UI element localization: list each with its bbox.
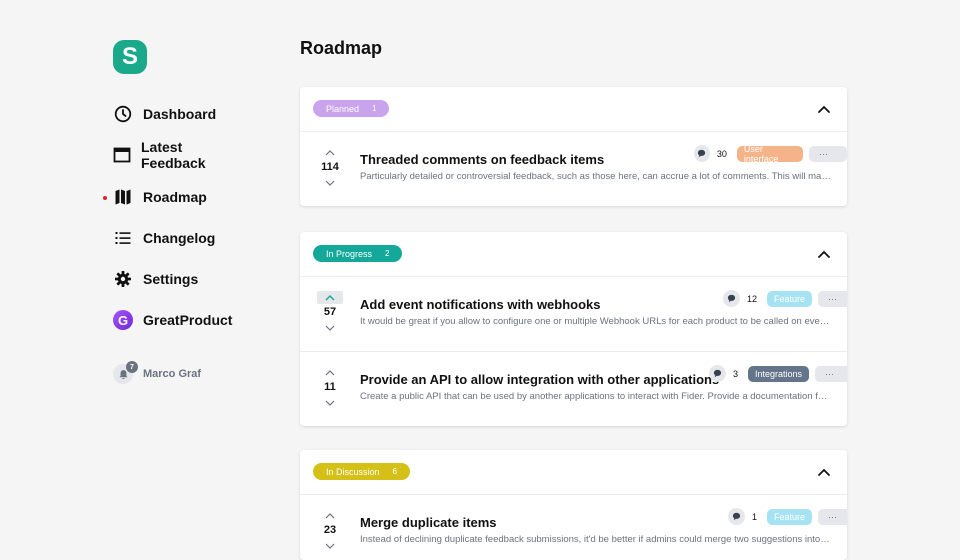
list-icon	[113, 228, 133, 248]
sidebar-item-changelog[interactable]: Changelog	[113, 227, 215, 249]
feedback-meta: 1 Feature ···	[728, 508, 847, 525]
upvote-chevron-icon[interactable]	[317, 509, 343, 522]
active-indicator	[103, 196, 107, 200]
vote-widget: 114	[317, 146, 343, 189]
sidebar-item-label: Changelog	[143, 230, 216, 246]
gear-icon	[113, 269, 133, 289]
sidebar-item-settings[interactable]: Settings	[113, 268, 198, 290]
collapse-chevron-up-icon[interactable]	[817, 465, 831, 479]
section-header: Planned 1	[300, 87, 847, 132]
feedback-row: 11 Provide an API to allow integration w…	[300, 352, 847, 426]
downvote-chevron-icon[interactable]	[317, 539, 343, 552]
sidebar-item-label: Roadmap	[143, 189, 207, 205]
user-name: Marco Graf	[143, 368, 202, 380]
status-label: In Progress	[326, 248, 373, 259]
feedback-row: 23 Merge duplicate items Instead of decl…	[300, 495, 847, 560]
feedback-title[interactable]: Provide an API to allow integration with…	[360, 372, 719, 387]
status-badge: In Discussion 6	[313, 463, 410, 480]
status-label: In Discussion	[326, 466, 380, 477]
status-count: 6	[392, 467, 397, 476]
feedback-row: 114 Threaded comments on feedback items …	[300, 132, 847, 206]
collapse-chevron-up-icon[interactable]	[817, 102, 831, 116]
vote-widget: 11	[317, 366, 343, 409]
feedback-meta: 3 Integrations ···	[709, 365, 847, 382]
sidebar-item-label: Settings	[143, 271, 199, 287]
app-logo[interactable]: S	[113, 40, 147, 74]
calendar-icon	[113, 145, 131, 165]
sidebar-item-label: Dashboard	[143, 106, 217, 122]
comment-count: 30	[716, 148, 727, 159]
vote-count: 114	[321, 161, 339, 173]
status-count: 2	[385, 249, 390, 258]
status-count: 1	[372, 104, 377, 113]
page-title: Roadmap	[300, 38, 383, 58]
vote-count: 11	[324, 381, 336, 393]
vote-count: 23	[323, 524, 337, 536]
status-badge: Planned 1	[313, 100, 390, 117]
feedback-description: It would be great if you allow to config…	[360, 316, 832, 327]
feedback-title[interactable]: Add event notifications with webhooks	[360, 297, 601, 312]
comment-icon	[694, 145, 710, 162]
upvote-chevron-icon[interactable]	[317, 291, 343, 304]
feedback-description: Instead of declining duplicate feedback …	[360, 534, 832, 545]
status-label: Planned	[326, 103, 360, 114]
feedback-title[interactable]: Merge duplicate items	[360, 515, 497, 530]
downvote-chevron-icon[interactable]	[317, 321, 343, 334]
section-header: In Progress 2	[300, 232, 847, 277]
notification-count-badge: 7	[126, 361, 138, 373]
feedback-description: Particularly detailed or controversial f…	[360, 171, 832, 182]
sidebar-item-dashboard[interactable]: Dashboard	[113, 103, 216, 125]
notification-bell-icon[interactable]: 7	[113, 361, 138, 384]
roadmap-icon	[113, 187, 133, 207]
organization-icon: G	[113, 310, 133, 330]
comment-icon	[728, 508, 745, 525]
comment-icon	[723, 290, 740, 307]
tag-badge[interactable]: Feature	[767, 290, 813, 307]
comment-count: 12	[747, 293, 758, 304]
downvote-chevron-icon[interactable]	[317, 396, 343, 409]
vote-widget: 23	[317, 509, 343, 552]
tag-badge[interactable]: User interface	[736, 144, 804, 164]
more-options-button[interactable]: ···	[818, 290, 847, 307]
feedback-row: 57 Add event notifications with webhooks…	[300, 277, 847, 352]
sidebar-item-organization[interactable]: G GreatProduct	[113, 309, 232, 331]
comment-count: 1	[752, 511, 758, 522]
feedback-meta: 30 User interface ···	[694, 144, 847, 164]
sidebar-item-label: Latest Feedback	[141, 139, 206, 171]
upvote-chevron-icon[interactable]	[317, 146, 343, 159]
feedback-title[interactable]: Threaded comments on feedback items	[360, 152, 604, 167]
comment-icon	[709, 365, 726, 382]
logo-letter: S	[121, 43, 138, 70]
section-header: In Discussion 6	[300, 450, 847, 495]
tag-badge[interactable]: Integrations	[748, 365, 810, 382]
sidebar-item-latest-feedback[interactable]: Latest Feedback	[113, 139, 208, 171]
vote-widget: 57	[317, 291, 343, 334]
roadmap-section-in-discussion: In Discussion 6 23 Merge duplicate items…	[300, 450, 847, 560]
status-badge: In Progress 2	[313, 245, 403, 262]
user-menu[interactable]: 7 Marco Graf	[113, 361, 202, 384]
roadmap-section-in-progress: In Progress 2 57 Add event notifications…	[300, 232, 847, 426]
more-options-button[interactable]: ···	[818, 508, 847, 525]
roadmap-section-planned: Planned 1 114 Threaded comments on feedb…	[300, 87, 847, 206]
feedback-meta: 12 Feature ···	[723, 290, 847, 307]
sidebar-item-label: GreatProduct	[143, 312, 233, 328]
more-options-button[interactable]: ···	[809, 145, 847, 162]
sidebar-item-roadmap[interactable]: Roadmap	[113, 186, 207, 208]
upvote-chevron-icon[interactable]	[317, 366, 343, 379]
tag-badge[interactable]: Feature	[767, 508, 813, 525]
feedback-description: Create a public API that can be used by …	[360, 391, 832, 402]
dashboard-icon	[113, 104, 133, 124]
downvote-chevron-icon[interactable]	[317, 176, 343, 189]
comment-count: 3	[733, 368, 739, 379]
more-options-button[interactable]: ···	[815, 365, 847, 382]
vote-count: 57	[323, 306, 337, 318]
collapse-chevron-up-icon[interactable]	[817, 247, 831, 261]
